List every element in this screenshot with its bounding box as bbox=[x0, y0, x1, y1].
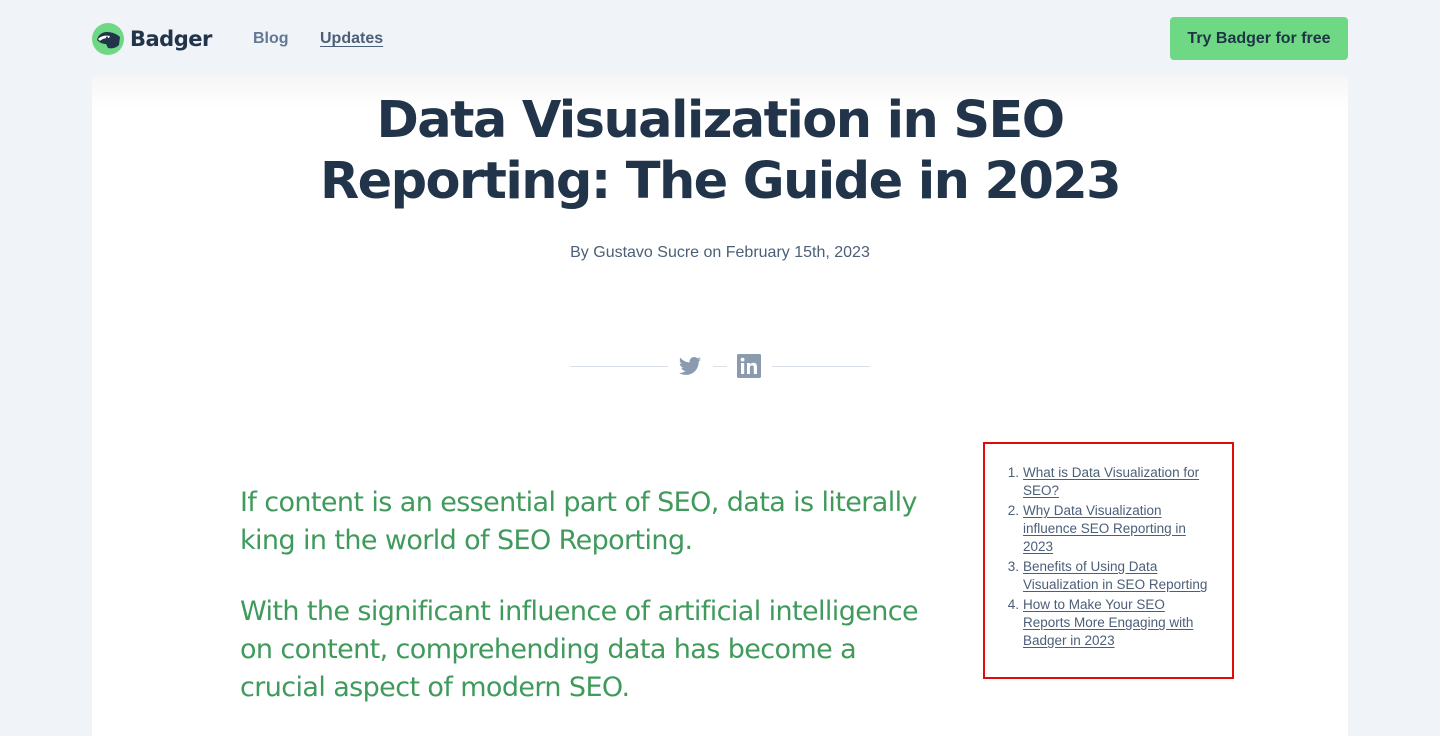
article-card: Data Visualization in SEO Reporting: The… bbox=[92, 76, 1348, 736]
toc-item: 1. What is Data Visualization for SEO? bbox=[1005, 464, 1212, 500]
divider bbox=[570, 366, 668, 367]
article-byline: By Gustavo Sucre on February 15th, 2023 bbox=[570, 244, 870, 261]
toc-number: 2. bbox=[1007, 503, 1019, 518]
try-badger-button[interactable]: Try Badger for free bbox=[1170, 17, 1348, 60]
intro-paragraph-1: If content is an essential part of SEO, … bbox=[240, 487, 918, 556]
logo-text: Badger bbox=[130, 27, 212, 51]
toc-item: 3. Benefits of Using Data Visualization … bbox=[1005, 558, 1212, 594]
toc-item: 2. Why Data Visualization influence SEO … bbox=[1005, 502, 1212, 556]
nav-blog[interactable]: Blog bbox=[253, 29, 289, 49]
toc-link[interactable]: Why Data Visualization influence SEO Rep… bbox=[1023, 502, 1212, 556]
table-of-contents: 1. What is Data Visualization for SEO? 2… bbox=[983, 442, 1234, 679]
title-line-2: Reporting: The Guide in 2023 bbox=[319, 152, 1122, 211]
toc-link[interactable]: Benefits of Using Data Visualization in … bbox=[1023, 558, 1212, 594]
badger-logo-icon bbox=[92, 23, 124, 55]
title-line-1: Data Visualization in SEO bbox=[376, 91, 1066, 150]
toc-number: 3. bbox=[1007, 559, 1019, 574]
twitter-icon[interactable] bbox=[678, 354, 702, 378]
toc-number: 1. bbox=[1007, 465, 1019, 480]
toc-number: 4. bbox=[1007, 597, 1019, 612]
linkedin-icon[interactable] bbox=[737, 354, 761, 378]
intro-paragraph-2: With the significant influence of artifi… bbox=[240, 596, 919, 703]
article-title: Data Visualization in SEO Reporting: The… bbox=[92, 90, 1348, 212]
toc-link[interactable]: How to Make Your SEO Reports More Engagi… bbox=[1023, 596, 1212, 650]
nav-updates[interactable]: Updates bbox=[320, 29, 383, 49]
site-header: Badger Blog Updates Try Badger for free bbox=[0, 0, 1440, 76]
share-bar bbox=[570, 352, 870, 380]
divider bbox=[772, 366, 870, 367]
logo-link[interactable]: Badger bbox=[92, 22, 212, 56]
toc-item: 4. How to Make Your SEO Reports More Eng… bbox=[1005, 596, 1212, 650]
divider bbox=[713, 366, 727, 367]
toc-link[interactable]: What is Data Visualization for SEO? bbox=[1023, 464, 1212, 500]
